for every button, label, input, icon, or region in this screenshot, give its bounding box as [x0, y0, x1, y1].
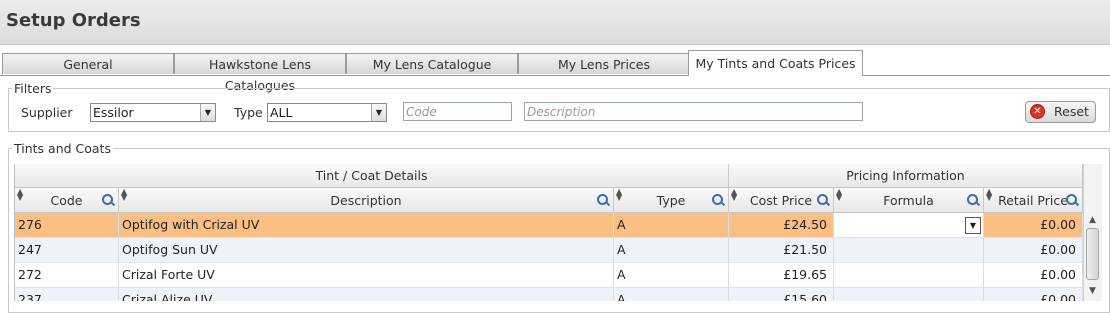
cell-formula[interactable]: ▼ — [834, 213, 984, 237]
column-type-label: Type — [656, 193, 686, 208]
magnifier-icon[interactable] — [1066, 194, 1077, 205]
scrollbar-thumb[interactable] — [1086, 228, 1099, 280]
table-row[interactable]: 237 Crizal Alize UV A £15.60 £0.00 — [15, 288, 1083, 301]
scroll-up-icon[interactable]: ▲ — [1086, 216, 1099, 225]
group-pricing-information: Pricing Information — [729, 164, 1083, 187]
chevron-down-icon[interactable]: ▼ — [371, 104, 386, 121]
cell-code[interactable]: 272 — [15, 263, 119, 287]
type-value: ALL — [270, 105, 293, 120]
tab-my-lens-catalogue[interactable]: My Lens Catalogue — [346, 53, 518, 74]
cell-type[interactable]: A — [614, 263, 729, 287]
magnifier-icon[interactable] — [712, 194, 723, 205]
column-formula-label: Formula — [883, 193, 934, 208]
cell-formula[interactable] — [834, 288, 984, 301]
tab-strip: General Hawkstone Lens Catalogues My Len… — [0, 50, 1110, 93]
group-tint-coat-details: Tint / Coat Details — [15, 164, 729, 187]
cell-code[interactable]: 237 — [15, 288, 119, 301]
sort-arrows-icon[interactable]: ▲ ▼ — [836, 188, 842, 202]
magnifier-icon[interactable] — [967, 194, 978, 205]
cell-code[interactable]: 247 — [15, 238, 119, 262]
supplier-value: Essilor — [93, 105, 134, 120]
cell-cost-price[interactable]: £21.50 — [729, 238, 834, 262]
cell-cost-price[interactable]: £24.50 — [729, 213, 834, 237]
cell-code[interactable]: 276 — [15, 213, 119, 237]
vertical-scrollbar[interactable]: ▲ ▼ — [1083, 164, 1102, 301]
column-header-code[interactable]: ▲ ▼ Code — [15, 188, 119, 212]
magnifier-icon[interactable] — [817, 194, 828, 205]
magnifier-icon[interactable] — [102, 194, 113, 205]
type-label: Type — [234, 105, 263, 120]
cell-description[interactable]: Optifog Sun UV — [119, 238, 614, 262]
cell-retail-price[interactable]: £0.00 — [984, 213, 1083, 237]
reset-button[interactable]: ✕ Reset — [1025, 101, 1096, 123]
cell-retail-price[interactable]: £0.00 — [984, 288, 1083, 301]
sort-arrows-icon[interactable]: ▲ ▼ — [17, 188, 23, 202]
red-x-circle-icon: ✕ — [1030, 104, 1045, 119]
reset-label: Reset — [1054, 104, 1089, 119]
column-header-formula[interactable]: ▲ ▼ Formula — [834, 188, 984, 212]
column-header-description[interactable]: ▲ ▼ Description — [119, 188, 614, 212]
column-code-label: Code — [50, 193, 83, 208]
tab-hawkstone-lens-catalogues[interactable]: Hawkstone Lens Catalogues — [174, 53, 346, 93]
column-description-label: Description — [330, 193, 402, 208]
sort-arrows-icon[interactable]: ▲ ▼ — [986, 188, 992, 202]
column-retail-price-label: Retail Price — [998, 193, 1068, 208]
cell-retail-price[interactable]: £0.00 — [984, 263, 1083, 287]
type-select[interactable]: ALL ▼ — [267, 103, 387, 122]
sort-arrows-icon[interactable]: ▲ ▼ — [616, 188, 622, 202]
cell-type[interactable]: A — [614, 213, 729, 237]
cell-description[interactable]: Optifog with Crizal UV — [119, 213, 614, 237]
code-field[interactable] — [403, 102, 512, 121]
cell-retail-price[interactable]: £0.00 — [984, 238, 1083, 262]
supplier-label: Supplier — [21, 105, 73, 120]
cell-cost-price[interactable]: £15.60 — [729, 288, 834, 301]
cell-formula[interactable] — [834, 238, 984, 262]
cell-description[interactable]: Crizal Forte UV — [119, 263, 614, 287]
chevron-down-icon[interactable]: ▼ — [200, 104, 215, 121]
table-row[interactable]: 272 Crizal Forte UV A £19.65 £0.00 — [15, 263, 1083, 288]
code-input[interactable] — [406, 103, 511, 121]
magnifier-icon[interactable] — [597, 194, 608, 205]
supplier-select[interactable]: Essilor ▼ — [90, 103, 216, 122]
page-title: Setup Orders — [6, 10, 141, 31]
tab-my-tints-and-coats-prices[interactable]: My Tints and Coats Prices — [688, 50, 863, 76]
table-row[interactable]: 247 Optifog Sun UV A £21.50 £0.00 — [15, 238, 1083, 263]
title-bar: Setup Orders — [0, 0, 1110, 45]
description-field[interactable] — [524, 102, 863, 121]
table-row[interactable]: 276 Optifog with Crizal UV A £24.50 ▼ £0… — [15, 213, 1083, 238]
grid-body: 276 Optifog with Crizal UV A £24.50 ▼ £0… — [15, 213, 1083, 301]
tints-coats-legend: Tints and Coats — [14, 141, 111, 156]
column-header-row: ▲ ▼ Code ▲ ▼ Description ▲ ▼ Type ▲ ▼ Cost P… — [15, 188, 1083, 213]
cell-cost-price[interactable]: £19.65 — [729, 263, 834, 287]
tints-coats-grid: Tint / Coat Details Pricing Information … — [14, 164, 1100, 301]
sort-arrows-icon[interactable]: ▲ ▼ — [731, 188, 737, 202]
filters-legend: Filters — [14, 81, 52, 96]
column-header-type[interactable]: ▲ ▼ Type — [614, 188, 729, 212]
column-cost-price-label: Cost Price — [749, 193, 813, 208]
chevron-down-icon[interactable]: ▼ — [965, 217, 981, 234]
description-input[interactable] — [527, 103, 862, 121]
tab-my-lens-prices[interactable]: My Lens Prices — [518, 53, 690, 74]
tab-general[interactable]: General — [2, 53, 174, 74]
group-header-row: Tint / Coat Details Pricing Information — [15, 164, 1083, 188]
cell-description[interactable]: Crizal Alize UV — [119, 288, 614, 301]
cell-type[interactable]: A — [614, 238, 729, 262]
sort-arrows-icon[interactable]: ▲ ▼ — [121, 188, 127, 202]
column-header-cost-price[interactable]: ▲ ▼ Cost Price — [729, 188, 834, 212]
cell-formula[interactable] — [834, 263, 984, 287]
cell-type[interactable]: A — [614, 288, 729, 301]
scroll-down-icon[interactable]: ▼ — [1086, 287, 1099, 296]
column-header-retail-price[interactable]: ▲ ▼ Retail Price — [984, 188, 1083, 212]
